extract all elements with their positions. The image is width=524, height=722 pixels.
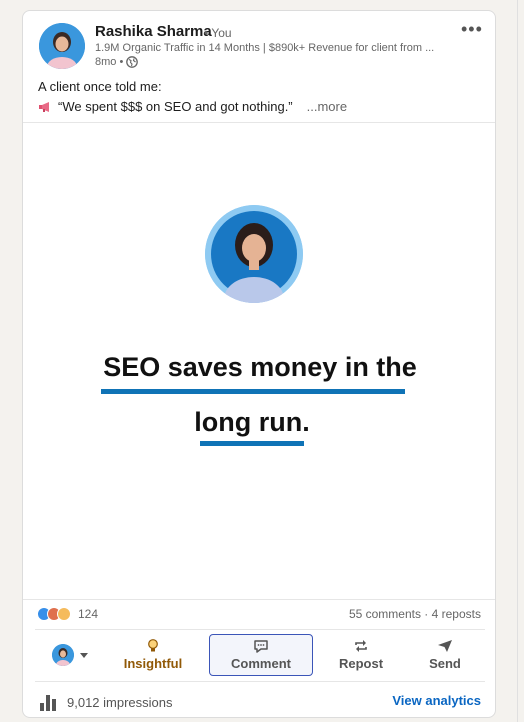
lightbulb-icon [148, 639, 158, 652]
repost-button[interactable]: Repost [323, 634, 399, 676]
comments-reposts-count[interactable]: 55 comments · 4 reposts [349, 607, 481, 621]
send-button[interactable]: Send [407, 634, 483, 676]
headline-underline [101, 389, 405, 394]
globe-icon [126, 56, 139, 68]
post-card: Rashika Sharma • You 1.9M Organic Traffi… [22, 10, 496, 718]
media-headline-line1: SEO saves money in the [103, 352, 417, 382]
post-text-line1: A client once told me: [38, 79, 162, 94]
author-headline: 1.9M Organic Traffic in 14 Months | $890… [95, 42, 435, 54]
reaction-selector[interactable] [35, 634, 105, 676]
reactions-summary[interactable]: 124 [37, 607, 98, 621]
reaction-count: 124 [78, 607, 99, 621]
post-meta: 8mo • [95, 56, 139, 68]
page-edge [517, 0, 518, 722]
action-bar: Insightful Comment Repost Send [35, 634, 485, 678]
repost-label: Repost [338, 656, 384, 671]
megaphone-icon [39, 101, 49, 112]
see-more-link[interactable]: ...more [307, 99, 347, 114]
reaction-icons [37, 607, 71, 621]
comment-button[interactable]: Comment [209, 634, 313, 676]
small-avatar [52, 644, 74, 666]
more-icon[interactable]: ••• [461, 19, 483, 40]
divider [35, 681, 485, 682]
impressions-count: 9,012 impressions [67, 694, 173, 710]
impressions[interactable]: 9,012 impressions [39, 693, 173, 711]
author-avatar[interactable] [39, 23, 85, 69]
insightful-reaction-icon [57, 607, 71, 621]
post-quote: “We spent $$$ on SEO and got nothing.” [58, 99, 293, 114]
send-icon [438, 640, 452, 652]
send-label: Send [429, 656, 461, 671]
post-time: 8mo • [95, 56, 124, 68]
view-analytics-link[interactable]: View analytics [392, 693, 481, 708]
comment-label: Comment [231, 656, 291, 671]
headline-underline-2 [200, 441, 304, 446]
you-tag: • You [204, 26, 232, 40]
bar-chart-icon [40, 695, 56, 711]
divider [35, 629, 485, 630]
author-name[interactable]: Rashika Sharma [95, 23, 212, 40]
media-portrait [205, 205, 303, 303]
caret-down-icon [80, 652, 88, 658]
comment-icon [254, 640, 268, 653]
repost-icon [355, 640, 367, 652]
post-text-line2: “We spent $$$ on SEO and got nothing.” .… [38, 99, 347, 114]
media-headline-line2: long run. [194, 407, 310, 437]
insightful-label: Insightful [123, 656, 183, 671]
insightful-button[interactable]: Insightful [110, 634, 196, 676]
post-media[interactable]: SEO saves money in the long run. [23, 122, 495, 600]
